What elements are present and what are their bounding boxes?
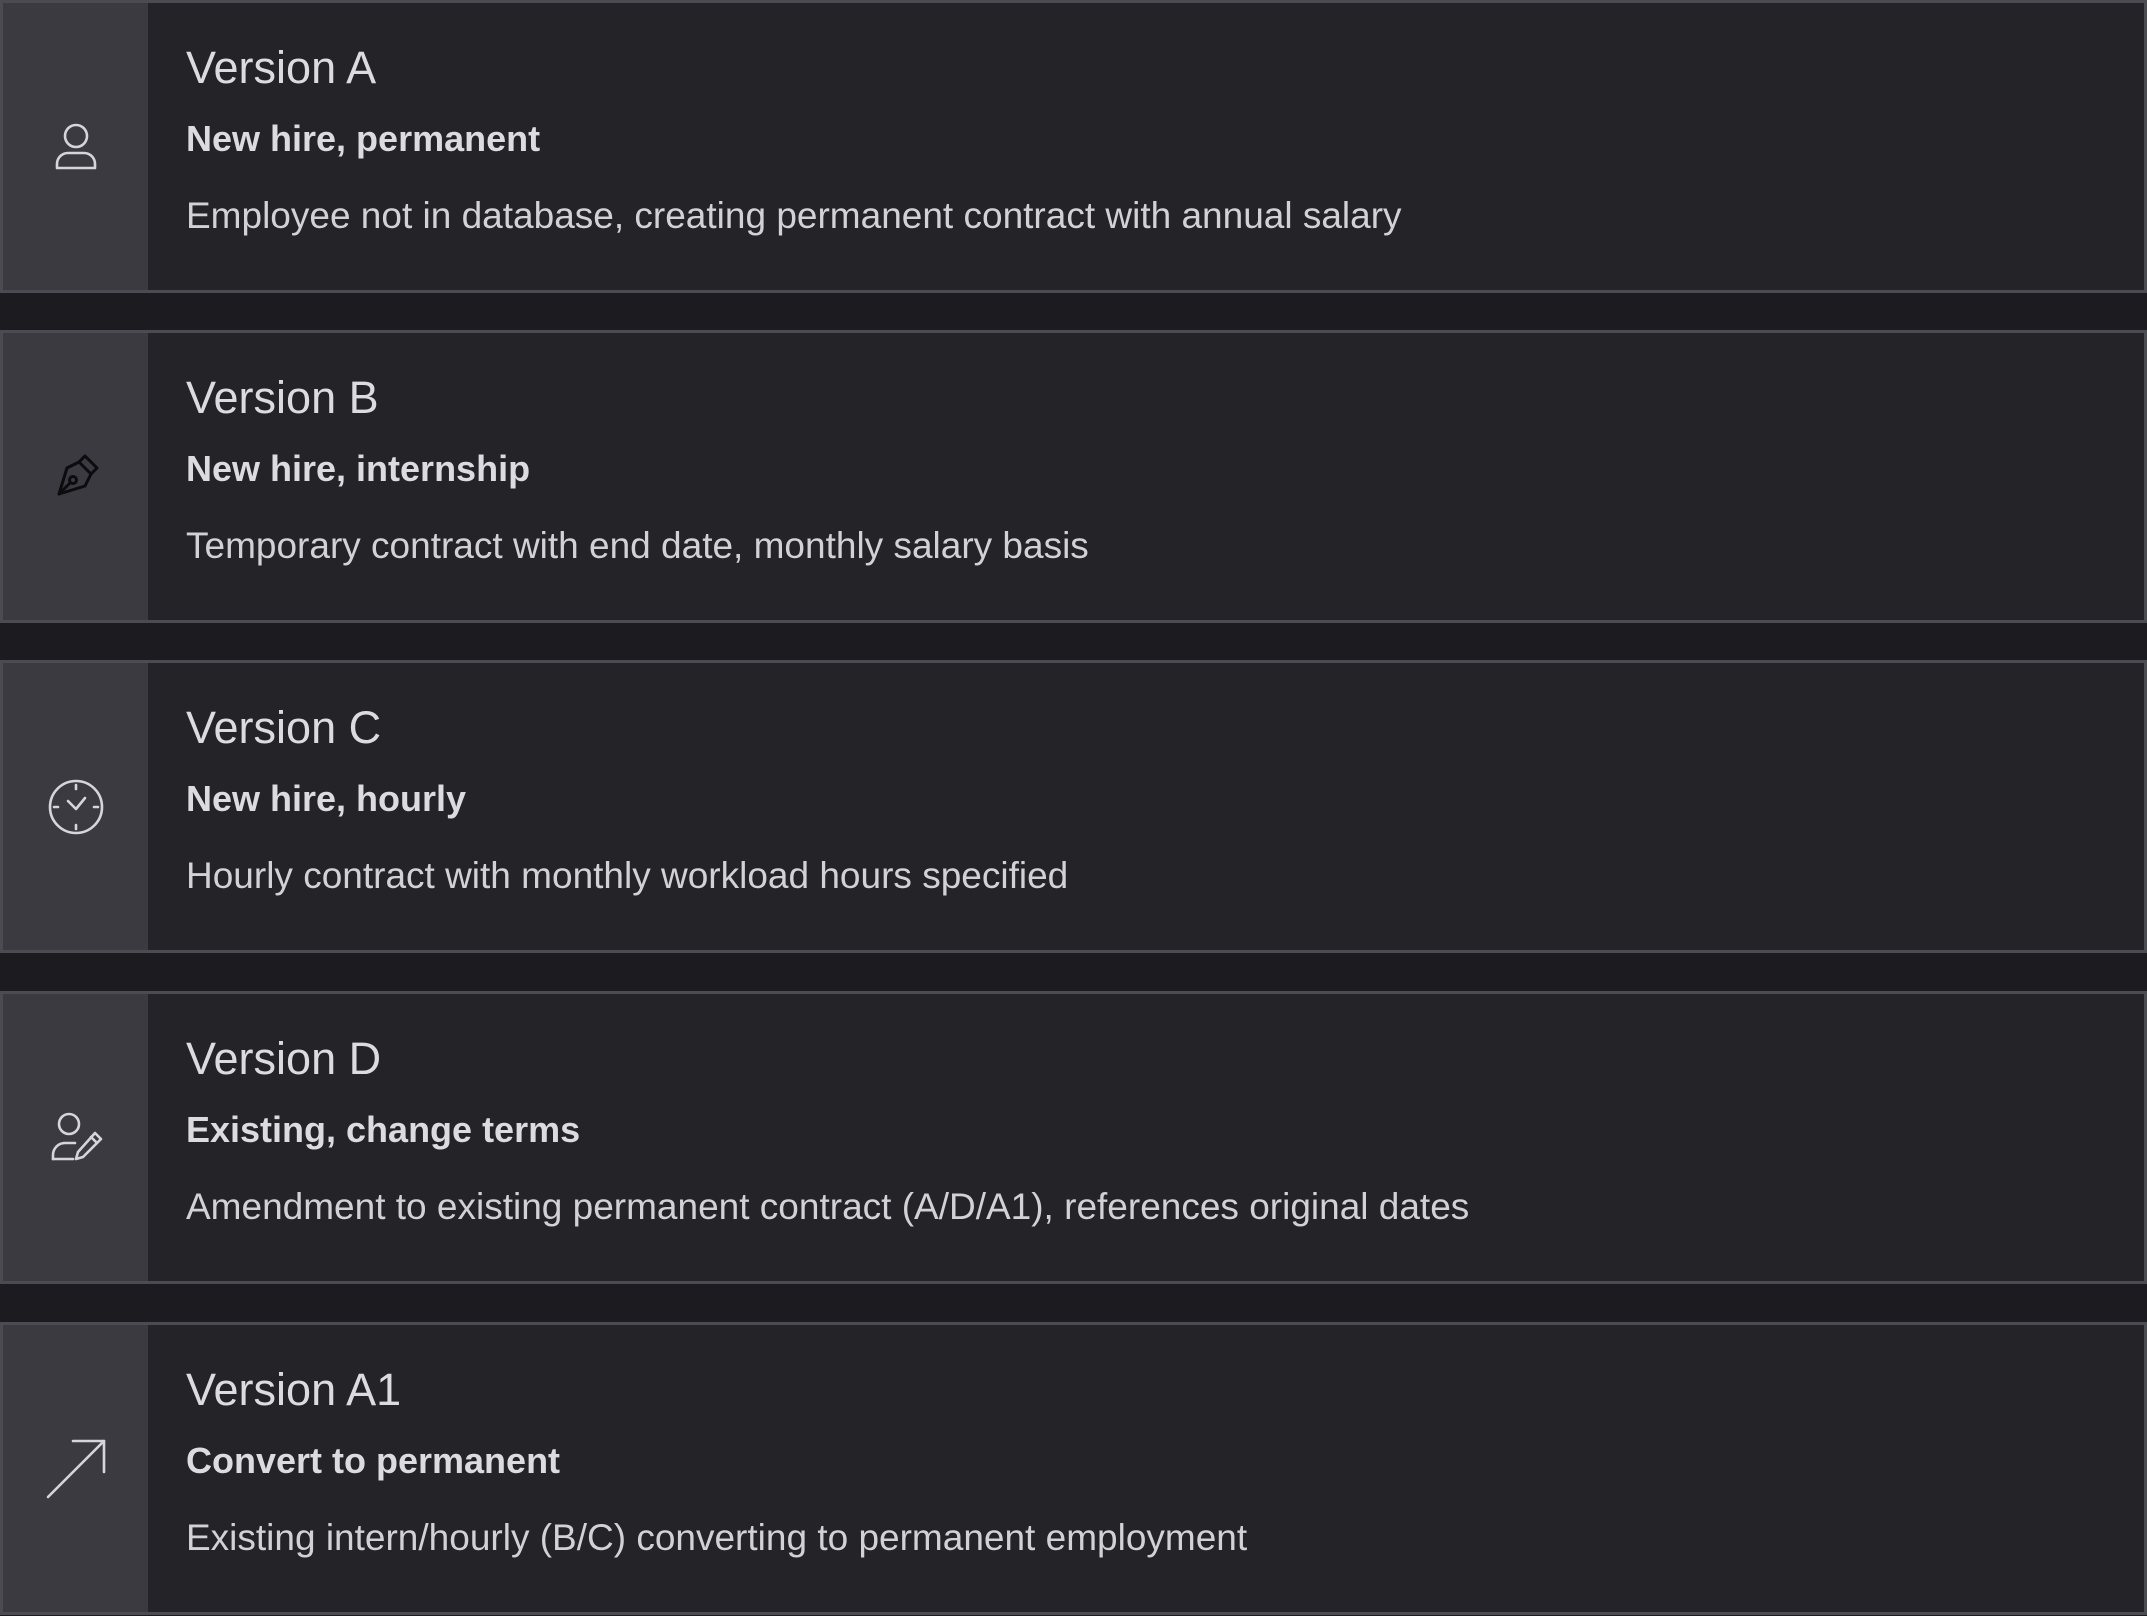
card-title: Version A1 bbox=[186, 1364, 402, 1415]
card-subtitle: New hire, internship bbox=[186, 448, 531, 489]
card-content: Version C New hire, hourly Hourly contra… bbox=[148, 663, 1068, 950]
card-content: Version B New hire, internship Temporary… bbox=[148, 333, 1089, 620]
card-title: Version A bbox=[186, 42, 377, 93]
card-description: Temporary contract with end date, monthl… bbox=[186, 525, 1089, 566]
pen-nib-icon bbox=[45, 446, 107, 508]
card-content: Version A New hire, permanent Employee n… bbox=[148, 3, 1402, 290]
card-description: Existing intern/hourly (B/C) converting … bbox=[186, 1517, 1248, 1558]
arrow-up-right-icon bbox=[45, 1438, 107, 1500]
clock-icon bbox=[45, 776, 107, 838]
icon-column bbox=[3, 3, 148, 290]
card-content: Version A1 Convert to permanent Existing… bbox=[148, 1325, 1247, 1612]
version-b-option[interactable]: Version B New hire, internship Temporary… bbox=[0, 330, 2147, 623]
icon-column bbox=[3, 1325, 148, 1612]
version-a-option[interactable]: Version A New hire, permanent Employee n… bbox=[0, 0, 2147, 293]
card-subtitle: Existing, change terms bbox=[186, 1109, 581, 1150]
icon-column bbox=[3, 333, 148, 620]
user-icon bbox=[45, 116, 107, 178]
card-subtitle: New hire, hourly bbox=[186, 778, 467, 819]
card-description: Employee not in database, creating perma… bbox=[186, 195, 1402, 236]
card-description: Amendment to existing permanent contract… bbox=[186, 1186, 1470, 1227]
card-subtitle: Convert to permanent bbox=[186, 1440, 561, 1481]
version-d-option[interactable]: Version D Existing, change terms Amendme… bbox=[0, 991, 2147, 1284]
version-a1-option[interactable]: Version A1 Convert to permanent Existing… bbox=[0, 1322, 2147, 1615]
icon-column bbox=[3, 994, 148, 1281]
card-content: Version D Existing, change terms Amendme… bbox=[148, 994, 1469, 1281]
card-description: Hourly contract with monthly workload ho… bbox=[186, 855, 1069, 896]
contract-version-list: Version A New hire, permanent Employee n… bbox=[0, 0, 2147, 1616]
card-title: Version C bbox=[186, 702, 382, 753]
user-edit-icon bbox=[45, 1107, 107, 1169]
card-title: Version B bbox=[186, 372, 379, 423]
icon-column bbox=[3, 663, 148, 950]
card-subtitle: New hire, permanent bbox=[186, 118, 541, 159]
version-c-option[interactable]: Version C New hire, hourly Hourly contra… bbox=[0, 660, 2147, 953]
card-title: Version D bbox=[186, 1033, 382, 1084]
